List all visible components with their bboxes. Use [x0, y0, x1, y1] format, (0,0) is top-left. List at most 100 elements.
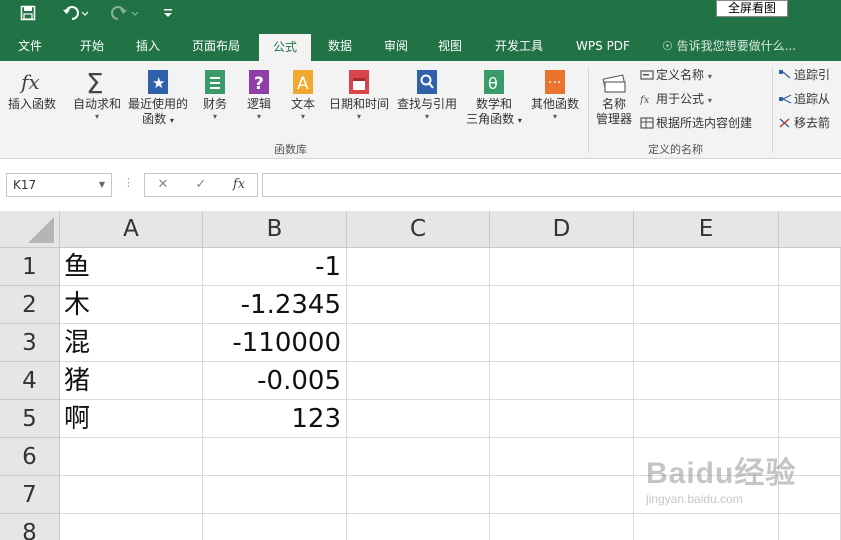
splitter-dots-icon[interactable]: ⋮ — [123, 176, 134, 189]
cell-b7[interactable] — [203, 476, 347, 514]
lookup-reference-button[interactable]: 查找与引用 ▾ — [394, 67, 460, 122]
name-box[interactable]: K17 ▼ — [6, 173, 112, 197]
cell-a3[interactable]: 混 — [60, 324, 203, 362]
select-all-button[interactable] — [0, 211, 60, 248]
cell-d6[interactable] — [490, 438, 634, 476]
cell-c5[interactable] — [347, 400, 490, 438]
cell-e3[interactable] — [634, 324, 779, 362]
cell-d2[interactable] — [490, 286, 634, 324]
fullscreen-tooltip[interactable]: 全屏看图 — [716, 0, 788, 17]
cell-c2[interactable] — [347, 286, 490, 324]
tab-wps-pdf[interactable]: WPS PDF — [570, 31, 636, 61]
insert-function-icon[interactable]: fx — [229, 174, 249, 196]
undo-icon[interactable] — [62, 5, 89, 25]
cell-b1[interactable]: -1 — [203, 248, 347, 286]
cell-d1[interactable] — [490, 248, 634, 286]
cell-a2[interactable]: 木 — [60, 286, 203, 324]
cell-c6[interactable] — [347, 438, 490, 476]
tab-page-layout[interactable]: 页面布局 — [186, 31, 246, 61]
tell-me-search[interactable]: ☉ 告诉我您想要做什么... — [662, 31, 796, 61]
row-header[interactable]: 7 — [0, 476, 60, 514]
cell-a5[interactable]: 啊 — [60, 400, 203, 438]
cell-b8[interactable] — [203, 514, 347, 540]
cell-c8[interactable] — [347, 514, 490, 540]
financial-button[interactable]: 财务 ▾ — [196, 67, 234, 122]
tab-home[interactable]: 开始 — [72, 31, 112, 61]
cell-b3[interactable]: -110000 — [203, 324, 347, 362]
more-functions-button[interactable]: ··· 其他函数 ▾ — [526, 67, 584, 122]
cell-a4[interactable]: 猪 — [60, 362, 203, 400]
column-header-b[interactable]: B — [203, 211, 347, 248]
insert-function-button[interactable]: fx 插入函数 — [4, 67, 60, 112]
cell-f4[interactable] — [779, 362, 841, 400]
row-header[interactable]: 3 — [0, 324, 60, 362]
cell-d3[interactable] — [490, 324, 634, 362]
cell-b6[interactable] — [203, 438, 347, 476]
column-header-a[interactable]: A — [60, 211, 203, 248]
cell-d7[interactable] — [490, 476, 634, 514]
enter-icon[interactable]: ✓ — [191, 174, 211, 196]
cell-e8[interactable] — [634, 514, 779, 540]
row-header[interactable]: 4 — [0, 362, 60, 400]
row-header[interactable]: 2 — [0, 286, 60, 324]
tab-developer[interactable]: 开发工具 — [486, 31, 552, 61]
cell-d4[interactable] — [490, 362, 634, 400]
cell-c7[interactable] — [347, 476, 490, 514]
cell-d8[interactable] — [490, 514, 634, 540]
logical-button[interactable]: ? 逻辑 ▾ — [242, 67, 276, 122]
recently-used-button[interactable]: ★ 最近使用的 函数 ▾ — [126, 67, 190, 128]
cell-e4[interactable] — [634, 362, 779, 400]
cell-a6[interactable] — [60, 438, 203, 476]
cell-c3[interactable] — [347, 324, 490, 362]
column-header-d[interactable]: D — [490, 211, 634, 248]
column-header-f[interactable] — [779, 211, 841, 248]
tab-file[interactable]: 文件 — [10, 31, 50, 61]
tab-formulas[interactable]: 公式 — [259, 34, 311, 61]
cell-d5[interactable] — [490, 400, 634, 438]
cell-c1[interactable] — [347, 248, 490, 286]
tab-insert[interactable]: 插入 — [128, 31, 168, 61]
cell-b4[interactable]: -0.005 — [203, 362, 347, 400]
math-trig-button[interactable]: θ 数学和 三角函数 ▾ — [462, 67, 526, 128]
cell-f2[interactable] — [779, 286, 841, 324]
cell-f8[interactable] — [779, 514, 841, 540]
row-header[interactable]: 5 — [0, 400, 60, 438]
row-header[interactable]: 8 — [0, 514, 60, 540]
chevron-down-icon[interactable]: ▼ — [99, 174, 105, 196]
cell-a7[interactable] — [60, 476, 203, 514]
cell-a1[interactable]: 鱼 — [60, 248, 203, 286]
cell-f1[interactable] — [779, 248, 841, 286]
customize-qat-icon[interactable] — [160, 5, 176, 25]
cell-f3[interactable] — [779, 324, 841, 362]
cell-b5[interactable]: 123 — [203, 400, 347, 438]
datetime-button[interactable]: 日期和时间 ▾ — [326, 67, 392, 122]
trace-precedents-button[interactable]: 追踪引 — [778, 65, 830, 85]
create-from-selection-button[interactable]: 根据所选内容创建 — [640, 113, 752, 133]
remove-arrows-button[interactable]: 移去箭 — [778, 113, 830, 133]
cell-c4[interactable] — [347, 362, 490, 400]
theta-book-icon: θ — [480, 67, 508, 97]
save-icon[interactable] — [18, 5, 38, 25]
tab-data[interactable]: 数据 — [320, 31, 360, 61]
cancel-icon[interactable]: ✕ — [153, 174, 173, 196]
cell-a8[interactable] — [60, 514, 203, 540]
row-header[interactable]: 6 — [0, 438, 60, 476]
trace-dependents-button[interactable]: 追踪从 — [778, 89, 830, 109]
use-in-formula-button[interactable]: fx 用于公式 ▾ — [639, 89, 712, 109]
formula-input[interactable] — [262, 173, 841, 197]
redo-icon[interactable] — [110, 5, 140, 25]
cell-b2[interactable]: -1.2345 — [203, 286, 347, 324]
tab-review[interactable]: 审阅 — [376, 31, 416, 61]
row-header[interactable]: 1 — [0, 248, 60, 286]
tab-view[interactable]: 视图 — [430, 31, 470, 61]
column-header-c[interactable]: C — [347, 211, 490, 248]
define-name-button[interactable]: 定义名称 ▾ — [640, 65, 712, 85]
text-button[interactable]: A 文本 ▾ — [286, 67, 320, 122]
cell-f5[interactable] — [779, 400, 841, 438]
cell-e1[interactable] — [634, 248, 779, 286]
name-manager-button[interactable]: 名称 管理器 — [592, 67, 636, 127]
cell-e2[interactable] — [634, 286, 779, 324]
cell-e5[interactable] — [634, 400, 779, 438]
column-header-e[interactable]: E — [634, 211, 779, 248]
autosum-button[interactable]: Σ 自动求和 ▾ — [70, 67, 124, 122]
